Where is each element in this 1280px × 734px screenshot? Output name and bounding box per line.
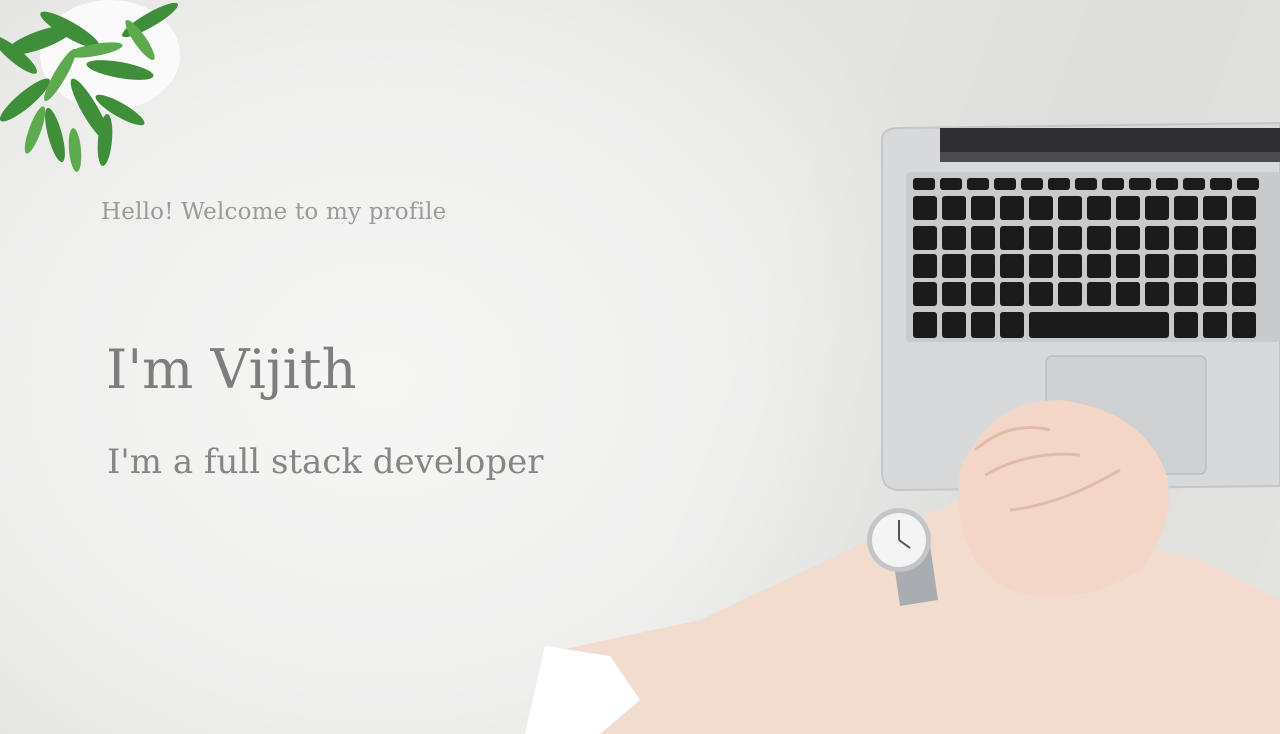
- hero-role: I'm a full stack developer: [107, 442, 544, 482]
- plant-icon: [0, 0, 180, 172]
- hero-name: I'm Vijith: [106, 338, 357, 401]
- greeting-text: Hello! Welcome to my profile: [101, 199, 447, 225]
